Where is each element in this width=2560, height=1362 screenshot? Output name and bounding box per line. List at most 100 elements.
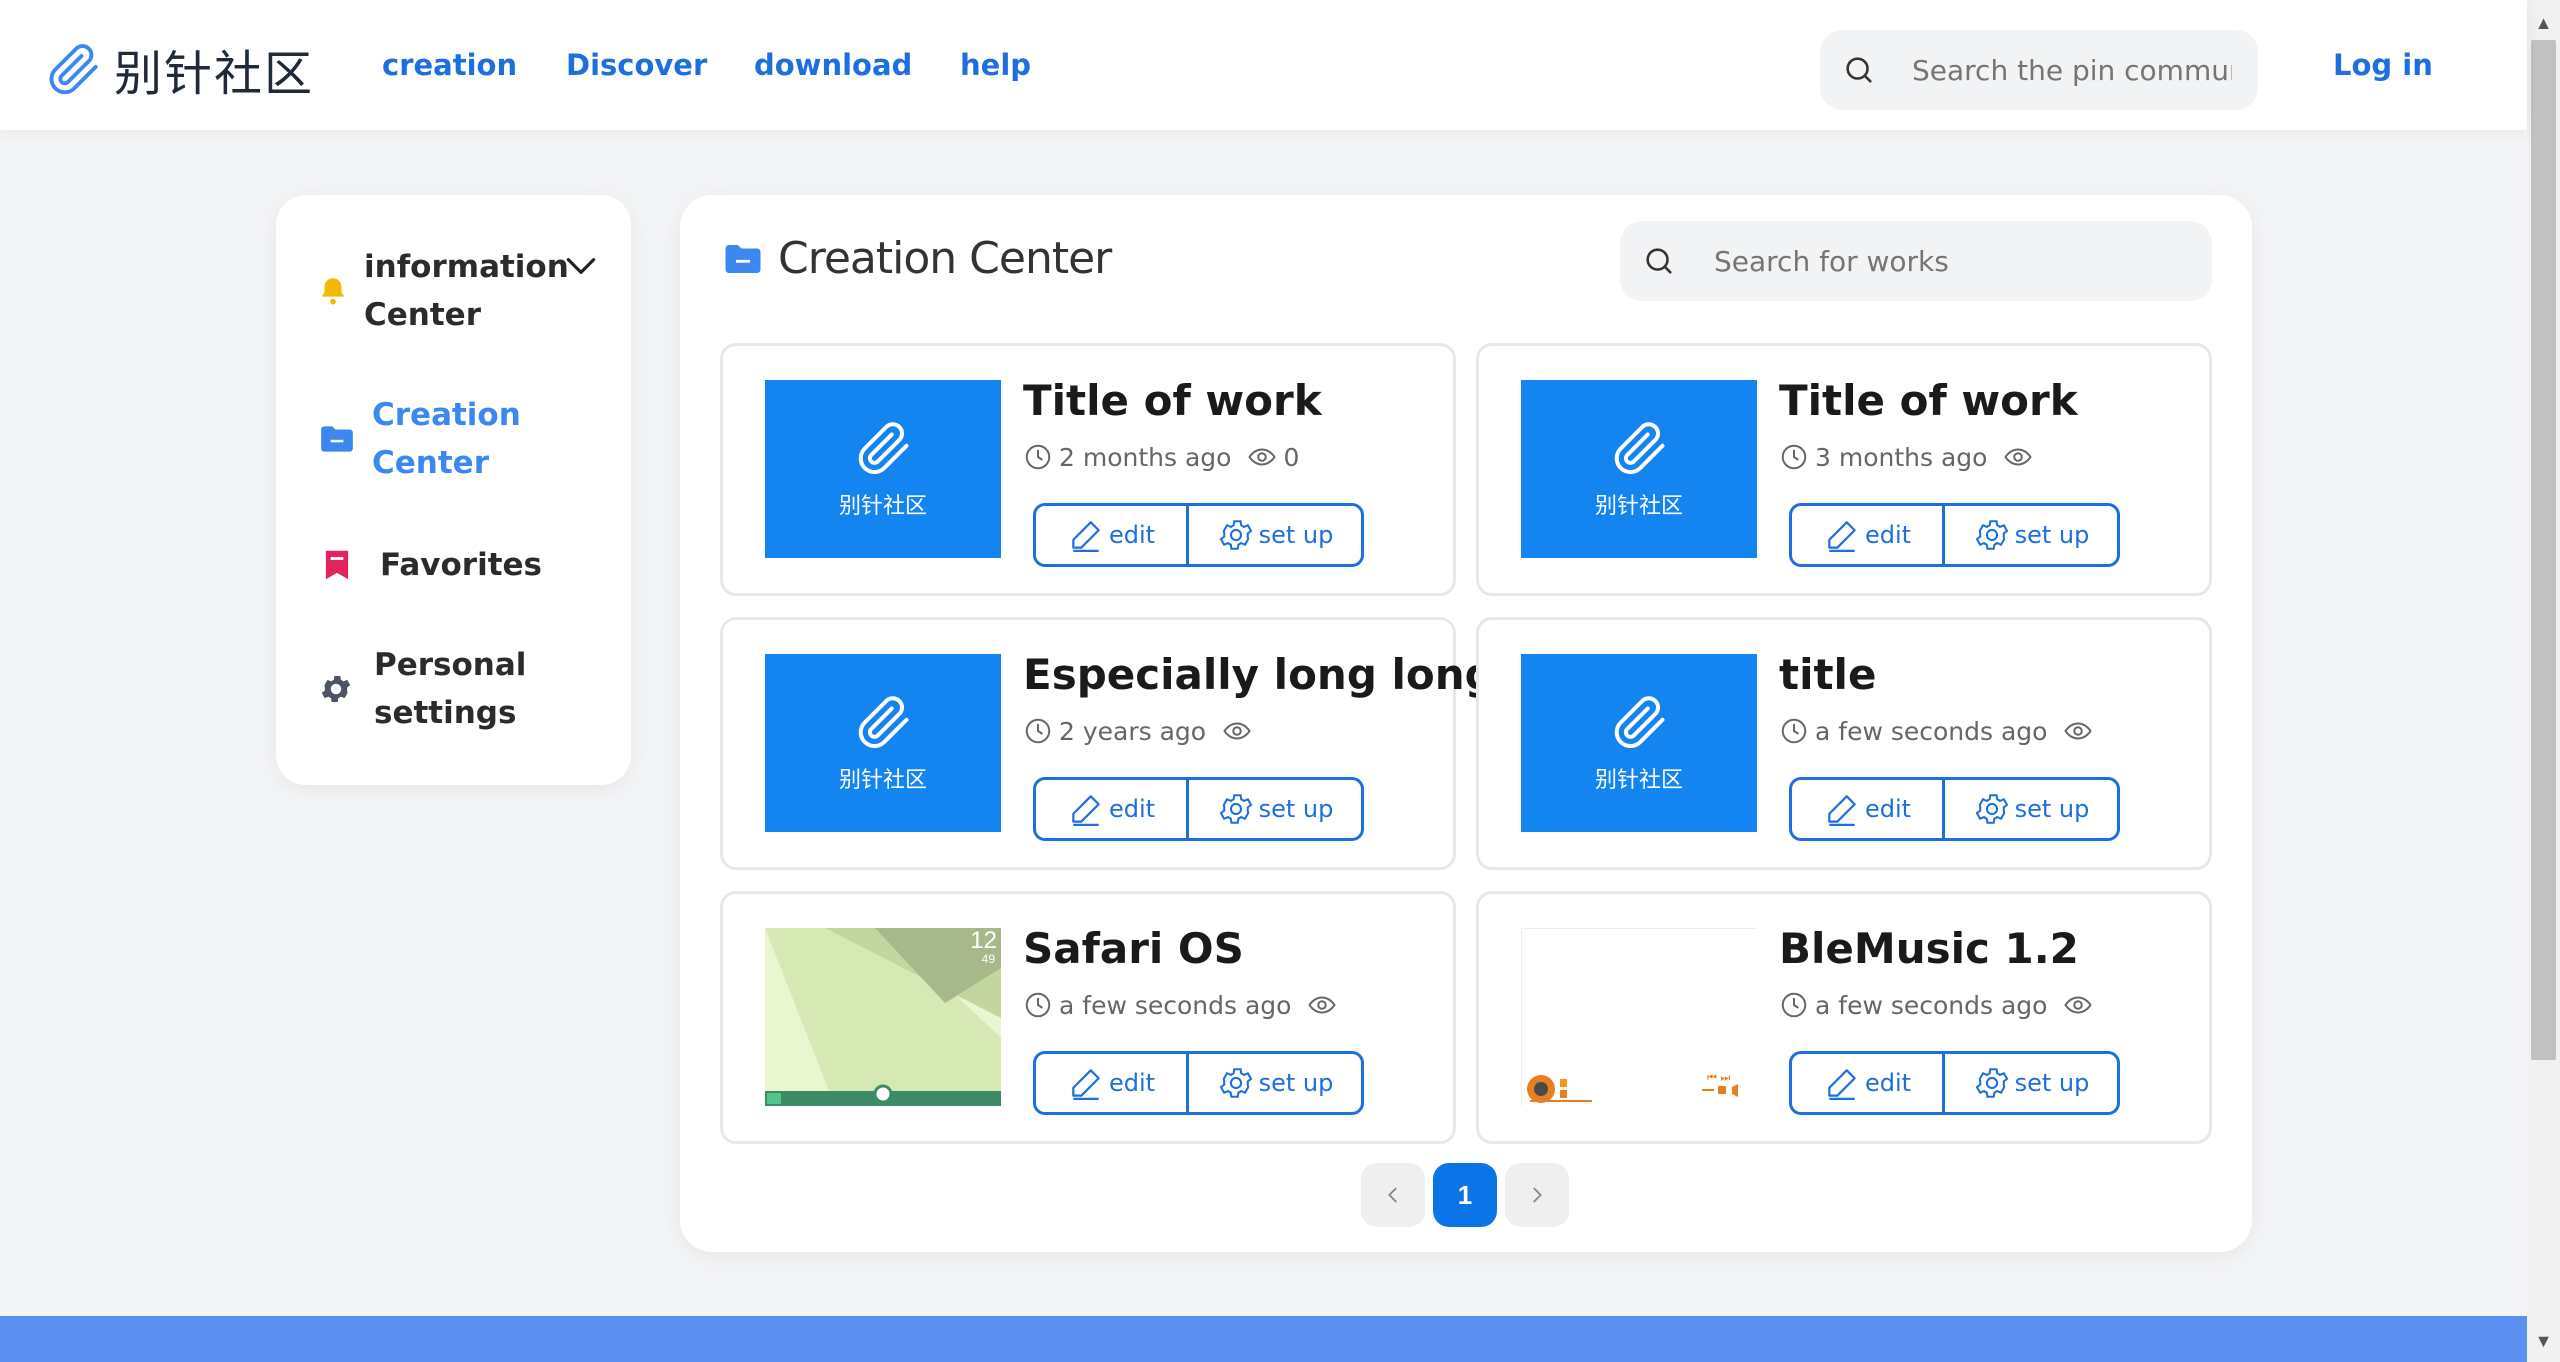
setup-button[interactable]: set up [1945,780,2117,838]
work-thumbnail[interactable]: ⏮ ⏭ [1521,928,1758,1107]
work-title[interactable]: Safari OS [1023,924,1244,973]
setup-button[interactable]: set up [1189,506,1361,564]
work-card[interactable]: 别针社区 Title of work 2 months ago 0 edit se… [720,343,1456,596]
view-count: 0 [1283,442,1300,472]
edit-button[interactable]: edit [1792,506,1945,564]
edit-button[interactable]: edit [1792,780,1945,838]
work-actions: edit set up [1789,503,2120,567]
work-time: a few seconds ago [1059,990,1292,1020]
work-title[interactable]: BleMusic 1.2 [1779,924,2079,973]
work-actions: edit set up [1033,1051,1364,1115]
setup-button[interactable]: set up [1189,1054,1361,1112]
work-time: 2 months ago [1059,442,1232,472]
edit-pen-icon [1828,795,1856,826]
edit-label: edit [1864,1069,1912,1097]
work-views [1307,990,1343,1020]
work-title[interactable]: Especially long long [1023,650,1495,699]
nav-creation[interactable]: creation [382,48,517,82]
work-thumbnail[interactable]: 别针社区 [1521,654,1757,832]
work-meta: 3 months ago [1779,442,2039,472]
work-card[interactable]: 12 49 Safari OS a few seconds ago edit s… [720,891,1456,1144]
search-icon[interactable] [1842,53,1876,87]
sidebar-item-label: Personal settings [374,647,527,731]
work-thumbnail[interactable]: 别针社区 [1521,380,1757,558]
nav-discover[interactable]: Discover [566,48,707,82]
scroll-up-arrow-icon[interactable]: ▲ [2527,8,2560,38]
sidebar-item-label: information Center [364,249,569,333]
thumbnail-text: 别针社区 [838,494,927,519]
work-title[interactable]: title [1779,650,1876,699]
setup-button[interactable]: set up [1945,506,2117,564]
edit-button[interactable]: edit [1036,1054,1189,1112]
edit-button[interactable]: edit [1792,1054,1945,1112]
gear-icon [1975,520,2008,550]
works-search [1620,221,2212,301]
setup-label: set up [2014,795,2090,823]
clock-icon [1781,992,1807,1018]
work-card[interactable]: ⏮ ⏭ BleMusic 1.2 a few seconds ago edit … [1476,891,2212,1144]
setup-label: set up [2014,521,2090,549]
clock-icon [1025,992,1051,1018]
scroll-thumb[interactable] [2531,40,2556,1060]
logo[interactable]: 别针社区 [44,34,314,104]
work-card[interactable]: 别针社区 Especially long long 2 years ago edi… [720,617,1495,870]
bookmark-icon [325,550,349,580]
edit-label: edit [1864,521,1912,549]
login-link[interactable]: Log in [2333,48,2433,82]
edit-pen-icon [1828,1069,1856,1100]
work-meta: a few seconds ago [1779,716,2099,746]
work-thumbnail[interactable]: 12 49 [765,928,1001,1106]
sidebar-item-label: Creation Center [372,397,521,481]
search-icon[interactable] [1642,244,1676,278]
work-time: 2 years ago [1059,716,1207,746]
nav-download[interactable]: download [754,48,912,82]
paperclip-icon [858,696,909,748]
works-search-input[interactable] [1714,244,2154,278]
work-meta: 2 months ago 0 [1023,442,1299,472]
edit-button[interactable]: edit [1036,506,1189,564]
clock-icon [1781,444,1807,470]
community-search-input[interactable] [1912,53,2232,87]
community-search [1820,30,2258,110]
setup-label: set up [2014,1069,2090,1097]
sidebar-item-personal-settings[interactable]: Personal settings [318,641,608,737]
work-meta: 2 years ago [1023,716,1258,746]
thumbnail-clock-hour: 12 [970,928,997,954]
page-title-text: Creation Center [778,233,1112,284]
edit-label: edit [1108,795,1156,823]
page-scrollbar[interactable]: ▲ ▼ [2527,0,2560,1362]
svg-text:⏮ ⏭: ⏮ ⏭ [1707,1071,1730,1084]
scroll-down-arrow-icon[interactable]: ▼ [2527,1326,2560,1356]
work-thumbnail[interactable]: 别针社区 [765,380,1001,558]
gear-icon [1219,1068,1252,1098]
sidebar-item-favorites[interactable]: Favorites [318,541,608,589]
eye-icon [1308,996,1337,1014]
clock-icon [1781,718,1807,744]
eye-icon [2004,448,2033,466]
work-card[interactable]: 别针社区 Title of work 3 months ago edit set … [1476,343,2212,596]
nav-help[interactable]: help [960,48,1031,82]
chevron-left-icon [1388,1187,1397,1203]
work-thumbnail[interactable]: 别针社区 [765,654,1001,832]
setup-button[interactable]: set up [1945,1054,2117,1112]
work-views [2063,716,2099,746]
work-card[interactable]: 别针社区 title a few seconds ago edit set up [1476,617,2212,870]
work-actions: edit set up [1033,777,1364,841]
work-actions: edit set up [1789,777,2120,841]
setup-button[interactable]: set up [1189,780,1361,838]
page-button-current[interactable]: 1 [1433,1163,1497,1227]
sidebar-item-creation-center[interactable]: Creation Center [318,391,608,487]
work-title[interactable]: Title of work [1023,376,1322,425]
paperclip-icon [1614,422,1665,474]
work-time: a few seconds ago [1815,716,2048,746]
work-actions: edit set up [1033,503,1364,567]
chevron-right-icon [1533,1187,1542,1203]
next-page-button[interactable] [1505,1163,1569,1227]
chevron-down-icon[interactable] [562,247,600,285]
work-title[interactable]: Title of work [1779,376,2078,425]
setup-label: set up [1258,795,1334,823]
prev-page-button[interactable] [1361,1163,1425,1227]
edit-button[interactable]: edit [1036,780,1189,838]
edit-label: edit [1108,521,1156,549]
folder-icon [725,244,761,273]
